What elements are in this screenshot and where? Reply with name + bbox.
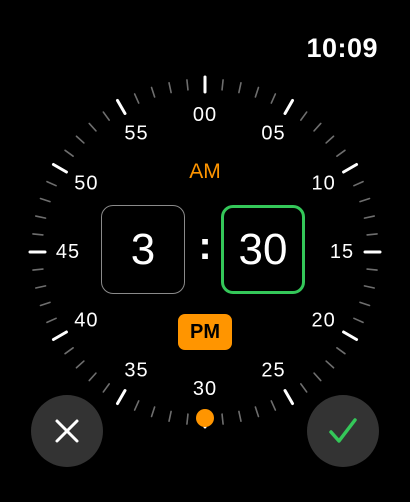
selected-minute-indicator (196, 409, 214, 427)
dial-minute-label[interactable]: 10 (312, 173, 336, 195)
cancel-button[interactable] (31, 395, 103, 467)
minor-tick (46, 180, 57, 187)
minor-tick (366, 268, 378, 271)
major-tick (51, 163, 68, 174)
dial-minute-label[interactable]: 25 (261, 360, 285, 382)
minor-tick (46, 317, 57, 324)
minor-tick (88, 372, 97, 382)
major-tick (283, 389, 294, 406)
dial-minute-label-selected[interactable]: 30 (193, 378, 217, 400)
minor-tick (353, 317, 364, 324)
minor-tick (150, 406, 156, 418)
minor-tick (133, 93, 140, 104)
minor-tick (75, 360, 85, 369)
minor-tick (359, 301, 371, 307)
dial-minute-label[interactable]: 55 (124, 122, 148, 144)
minor-tick (238, 410, 242, 423)
dial-minute-label[interactable]: 35 (124, 360, 148, 382)
minor-tick (270, 93, 277, 104)
minor-tick (133, 400, 140, 411)
minor-tick (254, 86, 260, 98)
minor-tick (313, 372, 322, 382)
minor-tick (150, 86, 156, 98)
dial-minute-label[interactable]: 15 (330, 241, 354, 263)
close-icon (55, 419, 79, 443)
minor-tick (32, 268, 44, 271)
minor-tick (39, 197, 51, 203)
major-tick (116, 98, 127, 115)
minor-tick (366, 233, 378, 236)
major-tick (116, 389, 127, 406)
minor-tick (64, 149, 74, 157)
minute-field[interactable]: 30 (221, 205, 305, 294)
minor-tick (300, 111, 308, 121)
minor-tick (34, 215, 47, 219)
minor-tick (270, 400, 277, 411)
dial-minute-label[interactable]: 00 (193, 104, 217, 126)
major-tick (342, 330, 359, 341)
minor-tick (102, 383, 110, 393)
dial-minute-label[interactable]: 20 (312, 310, 336, 332)
minor-tick (186, 79, 189, 91)
minor-tick (88, 122, 97, 132)
minor-tick (336, 149, 346, 157)
minor-tick (64, 347, 74, 355)
minor-tick (313, 122, 322, 132)
minor-tick (336, 347, 346, 355)
minor-tick (168, 410, 172, 423)
minor-tick (168, 81, 172, 94)
minor-tick (39, 301, 51, 307)
minor-tick (238, 81, 242, 94)
checkmark-icon (329, 418, 357, 443)
minor-tick (325, 135, 335, 144)
minor-tick (186, 413, 189, 425)
minor-tick (254, 406, 260, 418)
confirm-button[interactable] (307, 395, 379, 467)
hour-field[interactable]: 3 (101, 205, 185, 294)
am-option[interactable]: AM (180, 160, 230, 184)
minor-tick (300, 383, 308, 393)
minor-tick (75, 135, 85, 144)
time-picker-screen: 10:09 00 05 10 15 20 25 35 40 45 50 55 30 AM 3 : 30… (0, 0, 410, 502)
dial-minute-label[interactable]: 05 (261, 122, 285, 144)
major-tick (283, 98, 294, 115)
minor-tick (221, 413, 224, 425)
minor-tick (32, 233, 44, 236)
minor-tick (102, 111, 110, 121)
major-tick (51, 330, 68, 341)
minor-tick (353, 180, 364, 187)
pm-option[interactable]: PM (178, 314, 232, 350)
dial-minute-label[interactable]: 50 (74, 173, 98, 195)
minor-tick (325, 360, 335, 369)
dial-minute-label[interactable]: 40 (74, 310, 98, 332)
dial-minute-label[interactable]: 45 (56, 241, 80, 263)
minor-tick (363, 215, 376, 219)
minor-tick (359, 197, 371, 203)
time-separator: : (198, 224, 212, 268)
minor-tick (363, 285, 376, 289)
minor-tick (34, 285, 47, 289)
minor-tick (221, 79, 224, 91)
major-tick (342, 163, 359, 174)
